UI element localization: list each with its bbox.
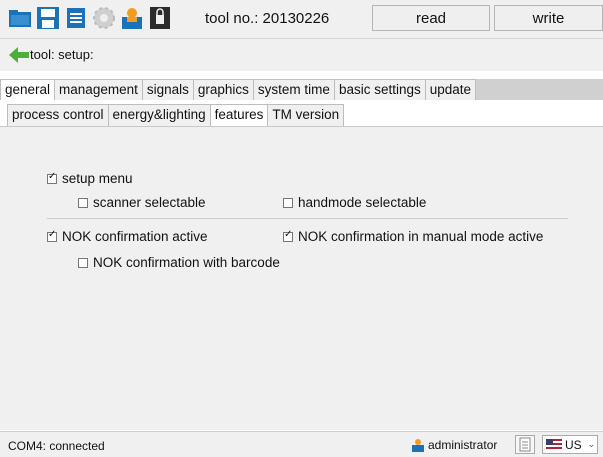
checkbox-box[interactable] xyxy=(283,197,293,208)
tab-energy-lighting[interactable]: energy&lighting xyxy=(107,104,211,126)
settings-icon[interactable] xyxy=(91,4,117,32)
write-button[interactable]: write xyxy=(494,5,603,31)
toolbar: tool no.: 20130226 read write xyxy=(0,0,603,39)
checkbox-box[interactable] xyxy=(47,229,57,242)
open-folder-icon[interactable] xyxy=(7,4,33,32)
lock-icon[interactable] xyxy=(147,4,173,32)
tab-features[interactable]: features xyxy=(209,104,269,126)
nok-barcode-label: NOK confirmation with barcode xyxy=(93,255,280,270)
user-small-icon xyxy=(412,439,424,452)
checkbox-box[interactable] xyxy=(47,171,57,184)
language-value: US xyxy=(565,437,582,452)
language-select[interactable]: US ⌄ xyxy=(542,435,598,454)
app-window: tool no.: 20130226 read write tool: setu… xyxy=(0,0,603,457)
read-button[interactable]: read xyxy=(372,5,490,31)
tab-general[interactable]: general xyxy=(0,79,56,100)
tab-signals[interactable]: signals xyxy=(141,79,194,100)
connection-status: COM4: connected xyxy=(8,439,105,453)
tab-tm-version[interactable]: TM version xyxy=(267,104,345,126)
nok-manual-checkbox[interactable]: NOK confirmation in manual mode active xyxy=(283,229,543,244)
user-icon[interactable] xyxy=(119,4,145,32)
save-icon[interactable] xyxy=(35,4,61,32)
checkbox-box[interactable] xyxy=(283,229,293,242)
tab-system-time[interactable]: system time xyxy=(252,79,335,100)
nok-barcode-checkbox[interactable]: NOK confirmation with barcode xyxy=(78,255,280,270)
breadcrumb-text: tool: setup: xyxy=(30,47,94,62)
tab-graphics[interactable]: graphics xyxy=(192,79,254,100)
scanner-selectable-label: scanner selectable xyxy=(93,195,206,210)
tab-process-control[interactable]: process control xyxy=(7,104,109,126)
features-panel: setup menu scanner selectable handmode s… xyxy=(0,127,603,430)
tab-basic-settings[interactable]: basic settings xyxy=(333,79,426,100)
print-icon[interactable] xyxy=(63,4,89,32)
tab-management[interactable]: management xyxy=(54,79,143,100)
breadcrumb: tool: setup: xyxy=(0,39,603,71)
back-arrow-icon[interactable] xyxy=(8,45,30,65)
us-flag-icon xyxy=(546,438,562,451)
checkbox-box[interactable] xyxy=(78,257,88,268)
user-name: administrator xyxy=(428,438,498,452)
secondary-tabs: process control energy&lighting features… xyxy=(0,104,603,127)
document-icon[interactable] xyxy=(515,435,535,454)
nok-active-checkbox[interactable]: NOK confirmation active xyxy=(47,229,208,244)
divider xyxy=(47,218,568,219)
chevron-down-icon: ⌄ xyxy=(587,439,596,449)
nok-active-label: NOK confirmation active xyxy=(62,229,208,244)
status-bar: COM4: connected administrator US ⌄ xyxy=(0,431,603,457)
primary-tabs: general management signals graphics syst… xyxy=(0,79,603,100)
setup-menu-label: setup menu xyxy=(62,171,133,186)
handmode-selectable-label: handmode selectable xyxy=(298,195,427,210)
setup-menu-checkbox[interactable]: setup menu xyxy=(47,171,133,186)
tool-number: tool no.: 20130226 xyxy=(205,10,330,27)
current-user: administrator xyxy=(411,438,497,452)
nok-manual-label: NOK confirmation in manual mode active xyxy=(298,229,544,244)
scanner-selectable-checkbox[interactable]: scanner selectable xyxy=(78,195,206,210)
checkbox-box[interactable] xyxy=(78,197,88,208)
handmode-selectable-checkbox[interactable]: handmode selectable xyxy=(283,195,426,210)
tab-update[interactable]: update xyxy=(424,79,477,100)
